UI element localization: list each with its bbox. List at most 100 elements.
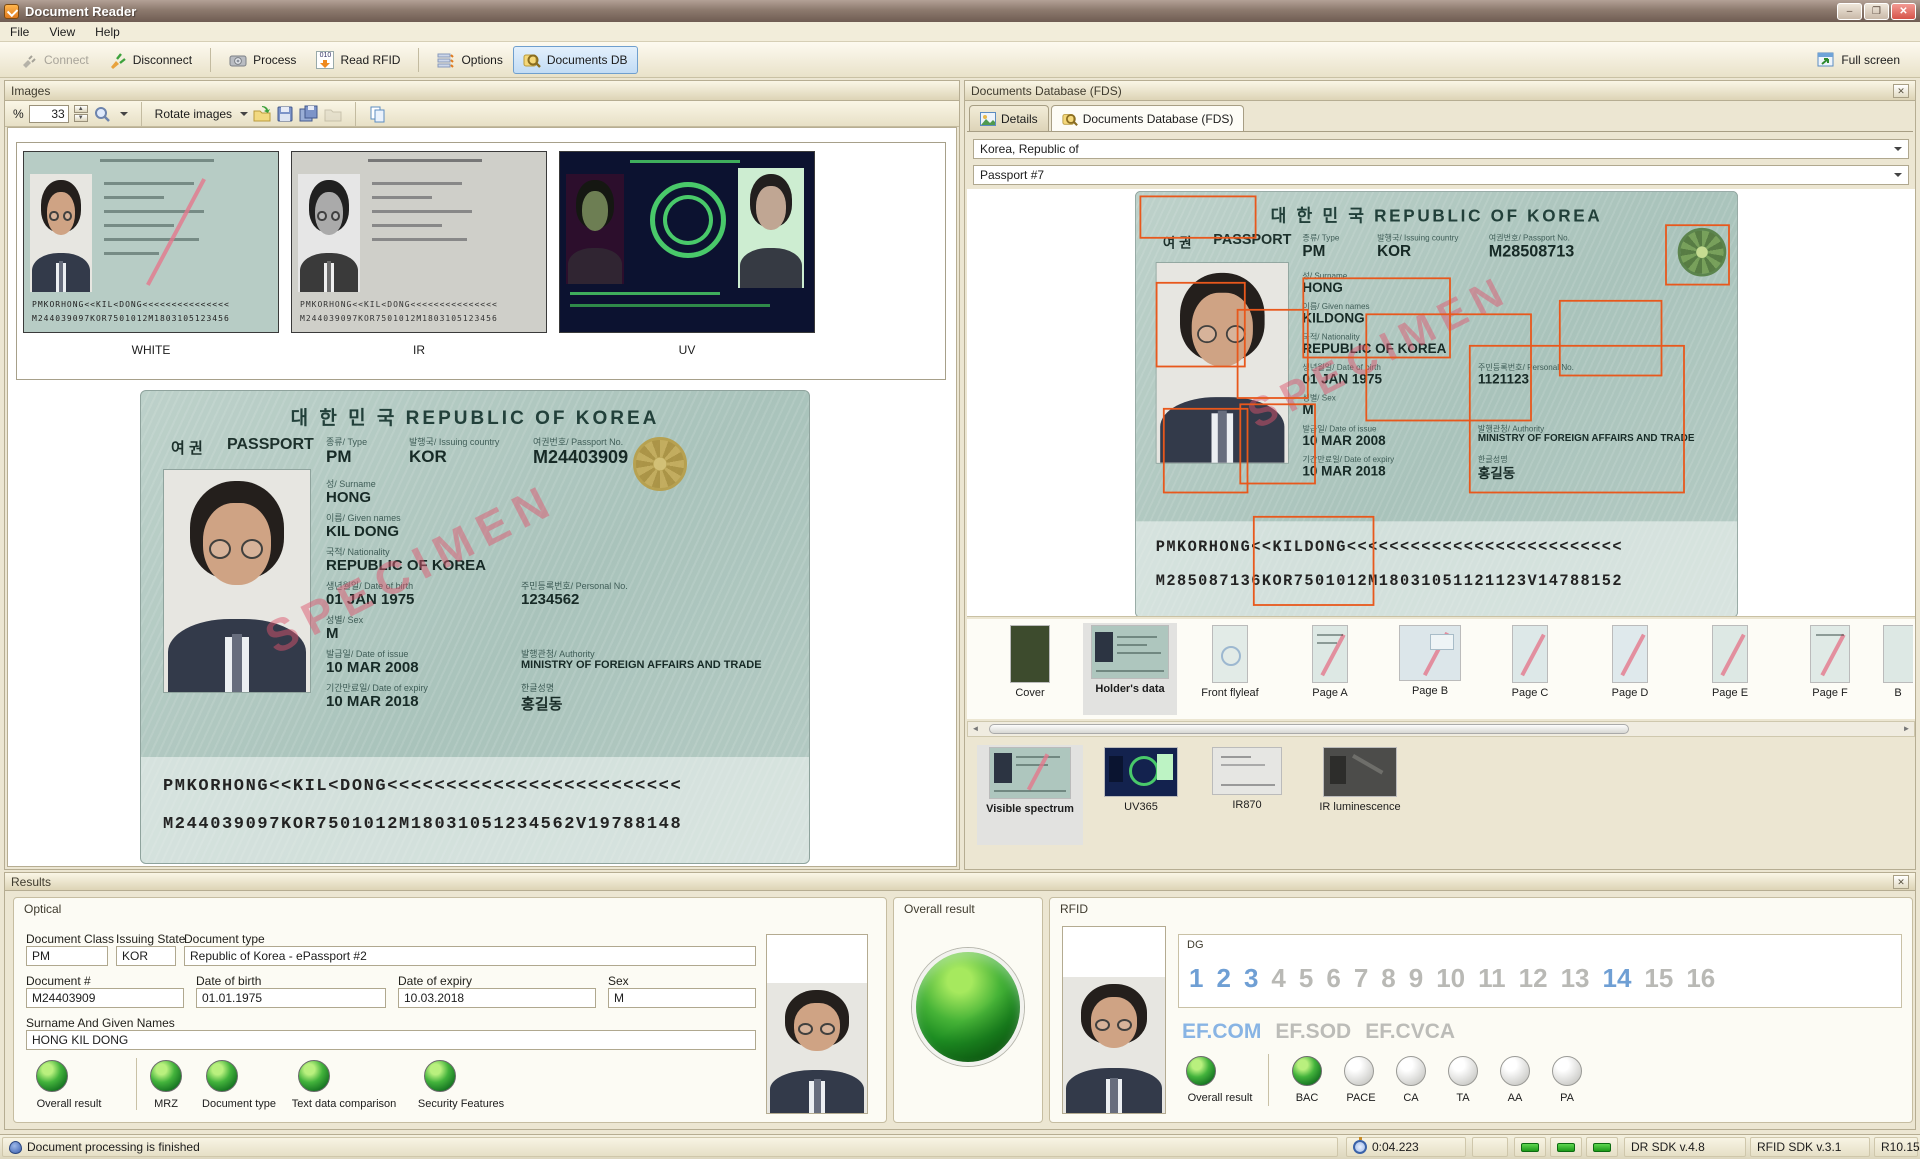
name-field[interactable]: HONG KIL DONG bbox=[26, 1030, 756, 1050]
documents-db-button[interactable]: Documents DB bbox=[513, 46, 638, 74]
detection-box bbox=[1237, 309, 1309, 399]
save-image-icon[interactable] bbox=[276, 105, 294, 123]
mrz-line1: PMKORHONG<<KIL<DONG<<<<<<<<<<<<<<<<<<<<<… bbox=[163, 777, 682, 796]
read-rfid-button[interactable]: 010 Read RFID bbox=[306, 46, 410, 74]
scroll-left-arrow[interactable]: ◄ bbox=[968, 722, 983, 736]
passport-image-white[interactable]: 대 한 민 국 REPUBLIC OF KOREA 여 권 PASSPORT 종… bbox=[140, 390, 810, 864]
thumbnail-uv[interactable] bbox=[559, 151, 815, 333]
ef-cvca: EF.CVCA bbox=[1365, 1020, 1455, 1043]
db-image-area: 대 한 민 국 REPUBLIC OF KOREA 여 권 PASSPORT 종… bbox=[967, 189, 1915, 617]
visible-spectrum-thumb bbox=[989, 747, 1071, 799]
dg-15: 15 bbox=[1644, 963, 1673, 993]
dg-2[interactable]: 2 bbox=[1216, 963, 1230, 993]
date-of-expiry-field[interactable]: 10.03.2018 bbox=[398, 988, 596, 1008]
folder-icon[interactable] bbox=[324, 105, 342, 123]
document-type-field[interactable]: Republic of Korea - ePassport #2 bbox=[184, 946, 756, 966]
images-panel-header: Images bbox=[5, 81, 959, 101]
front-flyleaf-thumb bbox=[1212, 625, 1248, 683]
thumbnail-white[interactable]: PMKORHONG<<KIL<DONG<<<<<<<<<<<<<<< M2440… bbox=[23, 151, 279, 333]
rfid-title: RFID bbox=[1060, 902, 1088, 916]
page-item-clipped[interactable]: B bbox=[1883, 623, 1913, 715]
page-item-d[interactable]: Page D bbox=[1583, 623, 1677, 715]
page-item-front-flyleaf[interactable]: Front flyleaf bbox=[1183, 623, 1277, 715]
connect-button[interactable]: Connect bbox=[10, 46, 99, 74]
light-item-ir-luminescence[interactable]: IR luminescence bbox=[1305, 745, 1415, 845]
type-value: PM bbox=[1302, 242, 1325, 260]
scrollbar-thumb[interactable] bbox=[989, 724, 1629, 734]
full-screen-button[interactable]: Full screen bbox=[1807, 46, 1910, 74]
thumbnail-ir[interactable]: PMKORHONG<<KIL<DONG<<<<<<<<<<<<<<< M2440… bbox=[291, 151, 547, 333]
dg-3[interactable]: 3 bbox=[1244, 963, 1258, 993]
menu-view[interactable]: View bbox=[39, 23, 85, 41]
rfid-photo-frame bbox=[1062, 926, 1166, 1114]
document-number-field[interactable]: M24403909 bbox=[26, 988, 184, 1008]
page-item-f[interactable]: Page F bbox=[1783, 623, 1877, 715]
page-item-cover[interactable]: Cover bbox=[983, 623, 1077, 715]
open-image-icon[interactable] bbox=[253, 105, 271, 123]
cover-thumb bbox=[1010, 625, 1050, 683]
magnifier-icon[interactable] bbox=[93, 105, 111, 123]
ef-com[interactable]: EF.COM bbox=[1182, 1020, 1261, 1043]
holders-data-thumb bbox=[1091, 625, 1169, 679]
status-green-led bbox=[1557, 1143, 1575, 1152]
light-strip: Visible spectrum UV365 IR870 bbox=[967, 741, 1915, 845]
pages-scrollbar[interactable]: ◄ ► bbox=[967, 721, 1915, 737]
sex-label: Sex bbox=[608, 974, 629, 988]
scroll-right-arrow[interactable]: ► bbox=[1899, 722, 1914, 736]
images-toolbar-separator bbox=[355, 102, 356, 126]
title-bar: Document Reader – ❐ ✕ bbox=[0, 0, 1920, 22]
page-d-thumb bbox=[1612, 625, 1648, 683]
document-select[interactable]: Passport #7 bbox=[973, 165, 1909, 185]
main-toolbar: Connect Disconnect Process 010 Read RFID… bbox=[0, 42, 1920, 78]
close-button[interactable]: ✕ bbox=[1891, 3, 1916, 20]
document-type-label: Document type bbox=[184, 932, 265, 946]
copy-icon[interactable] bbox=[369, 105, 387, 123]
restore-button[interactable]: ❐ bbox=[1864, 3, 1889, 20]
page-item-a[interactable]: Page A bbox=[1283, 623, 1377, 715]
menu-file[interactable]: File bbox=[0, 23, 39, 41]
zoom-spinner[interactable]: ▲▼ bbox=[74, 105, 88, 122]
db-panel-close-icon[interactable]: ✕ bbox=[1893, 84, 1909, 98]
process-button[interactable]: Process bbox=[219, 46, 306, 74]
minimize-button[interactable]: – bbox=[1837, 3, 1862, 20]
text-data-comparison-led-label: Text data comparison bbox=[292, 1098, 397, 1110]
light-item-ir870[interactable]: IR870 bbox=[1199, 745, 1295, 845]
bac-led-label: BAC bbox=[1296, 1092, 1319, 1104]
sex-field[interactable]: M bbox=[608, 988, 756, 1008]
zoom-dropdown-caret[interactable] bbox=[120, 112, 128, 116]
date-of-birth-field[interactable]: 01.01.1975 bbox=[196, 988, 386, 1008]
zoom-value-input[interactable]: 33 bbox=[29, 105, 69, 123]
authority-value: MINISTRY OF FOREIGN AFFAIRS AND TRADE bbox=[521, 659, 762, 671]
status-green-led bbox=[1521, 1143, 1539, 1152]
led-separator bbox=[136, 1058, 137, 1110]
page-item-b[interactable]: Page B bbox=[1383, 623, 1477, 715]
issuing-state-field[interactable]: KOR bbox=[116, 946, 176, 966]
connect-plug-icon bbox=[20, 51, 38, 69]
results-title: Results bbox=[11, 875, 51, 889]
passport-en-doc: PASSPORT bbox=[227, 436, 314, 454]
tab-documents-database[interactable]: Documents Database (FDS) bbox=[1051, 105, 1245, 131]
country-value: KOR bbox=[1377, 242, 1411, 260]
page-item-holders-data[interactable]: Holder's data bbox=[1083, 623, 1177, 715]
light-item-visible[interactable]: Visible spectrum bbox=[977, 745, 1083, 845]
page-item-c[interactable]: Page C bbox=[1483, 623, 1577, 715]
country-select[interactable]: Korea, Republic of bbox=[973, 139, 1909, 159]
document-type-led bbox=[206, 1060, 238, 1092]
light-item-uv365[interactable]: UV365 bbox=[1093, 745, 1189, 845]
page-item-e[interactable]: Page E bbox=[1683, 623, 1777, 715]
dg-box: DG 12345678910111213141516 bbox=[1178, 934, 1902, 1008]
tab-details[interactable]: Details bbox=[969, 105, 1049, 131]
disconnect-button[interactable]: Disconnect bbox=[99, 46, 202, 74]
dg-1[interactable]: 1 bbox=[1189, 963, 1203, 993]
menu-help[interactable]: Help bbox=[85, 23, 130, 41]
save-all-icon[interactable] bbox=[299, 105, 319, 123]
rotate-images-button[interactable]: Rotate images bbox=[155, 107, 248, 121]
db-passport-image[interactable]: 대 한 민 국 REPUBLIC OF KOREA 여 권 PASSPORT 종… bbox=[1135, 191, 1738, 617]
results-close-icon[interactable]: ✕ bbox=[1893, 875, 1909, 889]
document-class-field[interactable]: PM bbox=[26, 946, 108, 966]
mrz-zone: PMKORHONG<<KILDONG<<<<<<<<<<<<<<<<<<<<<<… bbox=[1136, 521, 1737, 617]
detection-box bbox=[1163, 408, 1249, 494]
dg-14[interactable]: 14 bbox=[1602, 963, 1631, 993]
options-button[interactable]: Options bbox=[427, 46, 512, 74]
country-select-caret bbox=[1894, 147, 1902, 151]
